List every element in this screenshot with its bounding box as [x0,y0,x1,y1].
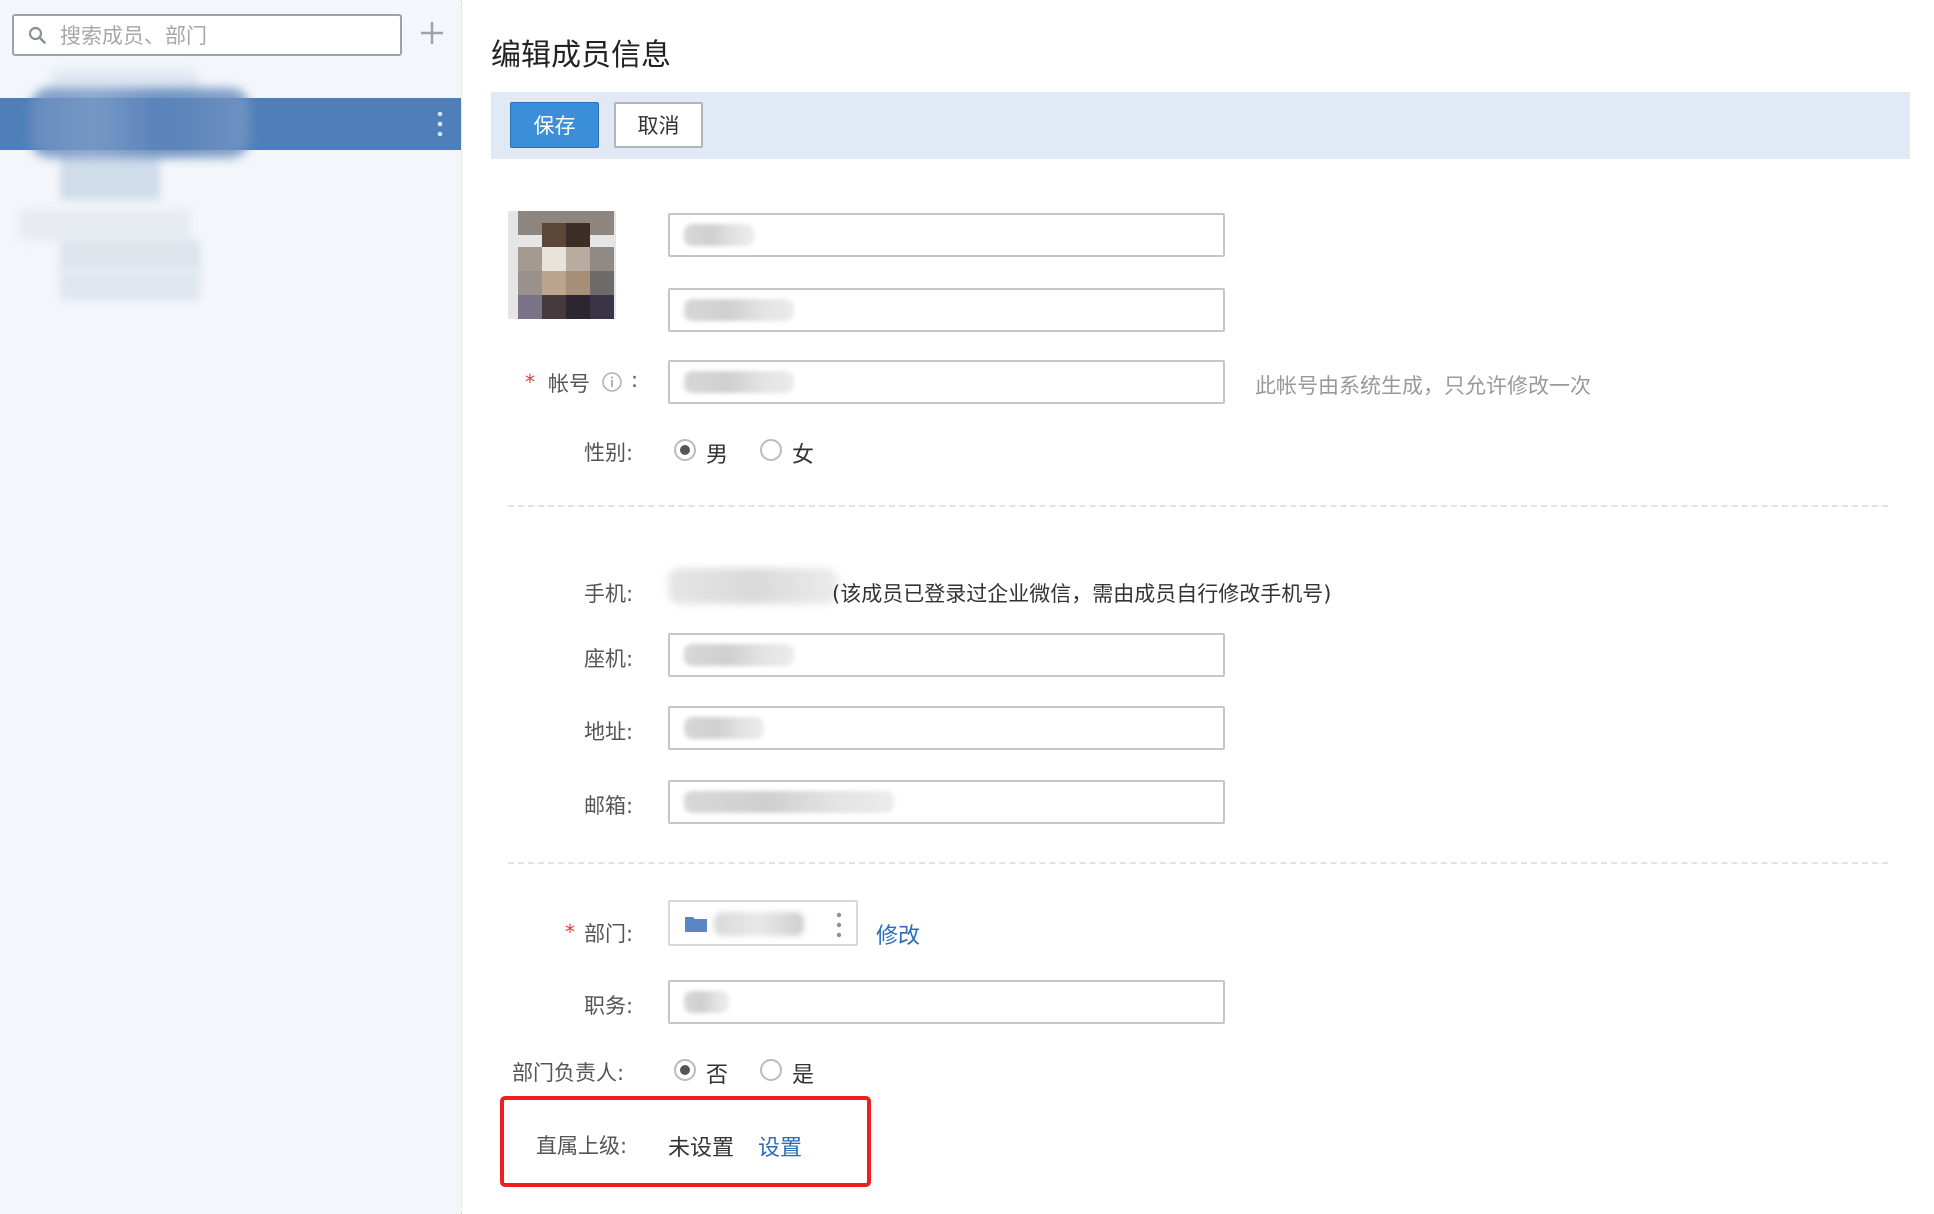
more-vertical-icon[interactable] [836,912,842,938]
required-marker: * [525,370,535,394]
gender-male-radio[interactable] [674,439,696,461]
email-value-blurred [684,791,894,813]
supervisor-label: 直属上级: [536,1134,628,1158]
more-vertical-icon[interactable] [437,110,443,138]
section-divider [508,862,1888,864]
sidebar [0,0,461,1214]
name-field[interactable] [668,213,1225,257]
email-field[interactable] [668,780,1225,824]
gender-female-label: 女 [792,443,815,468]
name-value-blurred [684,224,754,246]
position-label: 职务: [584,994,634,1018]
account-hint: 此帐号由系统生成，只允许修改一次 [1255,374,1591,398]
gender-female-radio[interactable] [760,439,782,461]
account-field[interactable] [668,360,1225,404]
dept-head-no-label: 否 [706,1063,729,1088]
folder-icon [685,917,707,932]
gender-male-label: 男 [706,443,729,468]
email-label: 邮箱: [584,794,634,818]
account-colon: : [631,368,639,392]
account-label: 帐号 [548,372,590,396]
alias-field[interactable] [668,288,1225,332]
position-field[interactable] [668,980,1225,1024]
dept-head-yes-radio[interactable] [760,1059,782,1081]
department-label: 部门: [584,922,634,946]
department-modify-link[interactable]: 修改 [876,918,920,950]
page-title: 编辑成员信息 [491,38,671,73]
add-icon[interactable] [419,20,445,46]
search-icon [28,26,46,44]
alias-value-blurred [684,299,794,321]
department-tag[interactable] [668,900,858,946]
dept-head-yes-label: 是 [792,1063,815,1088]
sidebar-divider [461,0,463,1214]
gender-label: 性别: [584,441,634,465]
mobile-value-blurred [668,568,838,604]
search-box[interactable] [12,14,402,56]
search-input[interactable] [58,19,392,53]
mobile-label: 手机: [584,582,634,606]
dept-head-label: 部门负责人: [512,1061,625,1085]
dept-head-no-radio[interactable] [674,1059,696,1081]
department-name-blurred [714,912,804,936]
avatar[interactable] [508,211,616,319]
cancel-button[interactable]: 取消 [614,102,703,148]
landline-label: 座机: [584,647,634,671]
account-value-blurred [684,371,794,393]
supervisor-value: 未设置 [668,1136,735,1161]
position-value-blurred [684,991,729,1013]
supervisor-set-link[interactable]: 设置 [758,1130,802,1162]
address-label: 地址: [584,720,634,744]
selected-department-row[interactable] [0,88,461,158]
info-icon[interactable] [601,371,623,393]
address-value-blurred [684,717,764,739]
toolbar: 保存 取消 [491,92,1910,159]
mobile-note: (该成员已登录过企业微信，需由成员自行修改手机号) [832,582,1332,606]
save-button[interactable]: 保存 [510,102,599,148]
required-marker: * [565,920,575,944]
address-field[interactable] [668,706,1225,750]
section-divider [508,505,1888,507]
landline-field[interactable] [668,633,1225,677]
landline-value-blurred [684,644,794,666]
